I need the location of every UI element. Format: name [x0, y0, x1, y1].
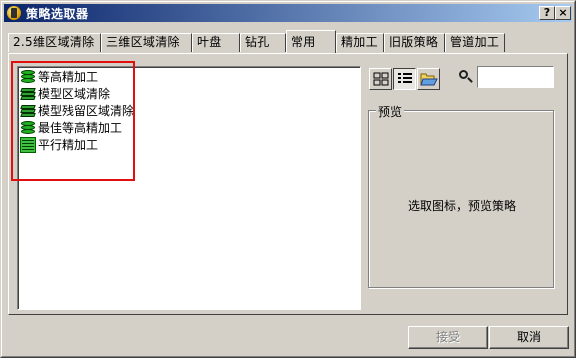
accept-button[interactable]: 接受	[408, 326, 488, 349]
tab-2-5d-area-clearance[interactable]: 2.5维区域清除	[8, 33, 101, 52]
tab-drilling[interactable]: 钻孔	[240, 33, 286, 52]
preview-legend: 预览	[376, 103, 405, 120]
open-folder-icon	[419, 73, 438, 86]
close-button[interactable]: ×	[555, 6, 571, 20]
tab-common[interactable]: 常用	[286, 30, 336, 53]
app-icon	[6, 5, 22, 21]
tab-legacy-strategies[interactable]: 旧版策略	[384, 33, 445, 52]
help-button[interactable]: ?	[539, 6, 555, 20]
tab-pipe-machining[interactable]: 管道加工	[445, 33, 505, 52]
large-icons-view-button[interactable]	[369, 68, 392, 90]
large-icons-view-icon	[373, 72, 388, 86]
window-title: 策略选取器	[26, 6, 89, 21]
search-input[interactable]	[477, 66, 554, 88]
open-folder-button[interactable]	[417, 68, 440, 90]
tab-finishing[interactable]: 精加工	[336, 33, 384, 52]
preview-placeholder-text: 选取图标，预览策略	[407, 199, 516, 213]
cancel-button[interactable]: 取消	[489, 326, 569, 349]
tab-blisk[interactable]: 叶盘	[192, 33, 240, 52]
list-view-icon	[397, 73, 412, 83]
list-view-button[interactable]	[393, 68, 416, 90]
tab-3d-area-clearance[interactable]: 三维区域清除	[101, 33, 192, 52]
search-icon	[458, 69, 474, 85]
red-highlight-box	[11, 61, 135, 181]
title-bar: 策略选取器 ? ×	[4, 4, 572, 22]
